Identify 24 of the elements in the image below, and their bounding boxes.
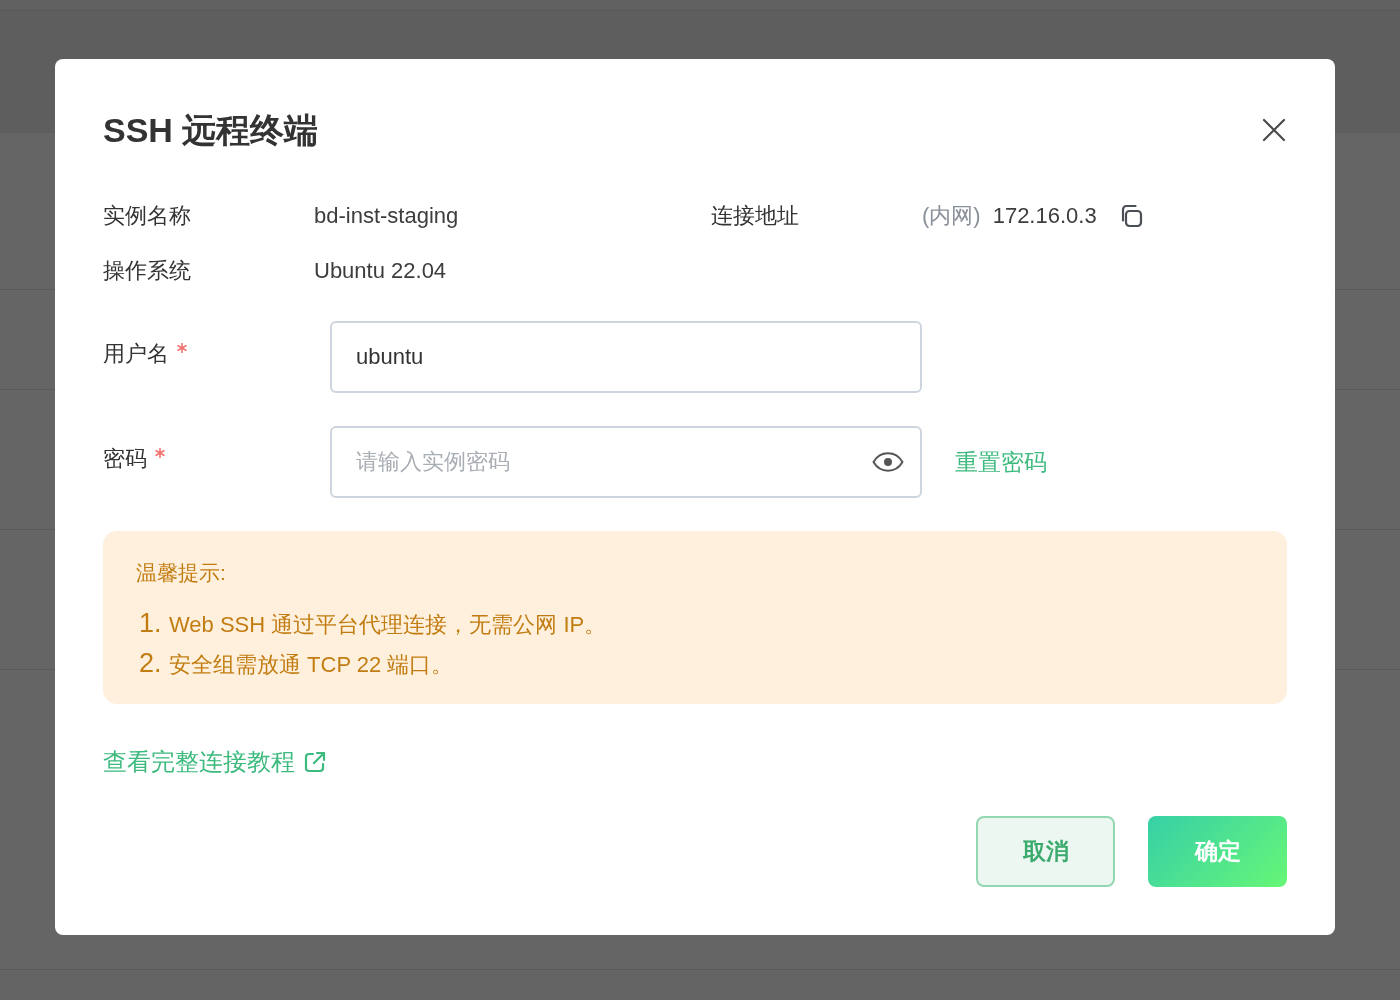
password-field[interactable]: 请输入实例密码 <box>330 426 922 498</box>
list-number: 1. <box>138 607 163 640</box>
address-value: 172.16.0.3 <box>992 202 1097 230</box>
info-label: 实例名称 <box>103 202 191 230</box>
info-label: 连接地址 <box>711 202 799 230</box>
tip-title: 温馨提示: <box>136 560 226 586</box>
list-number: 2. <box>138 647 163 680</box>
confirm-button[interactable]: 确定 <box>1148 816 1287 887</box>
dialog-title: SSH 远程终端 <box>103 110 319 151</box>
field-label: 密码 <box>103 444 147 473</box>
eye-icon[interactable] <box>872 452 904 472</box>
field-label: 用户名 <box>103 339 169 368</box>
info-value: Ubuntu 22.04 <box>314 257 447 285</box>
tutorial-link[interactable]: 查看完整连接教程 <box>103 744 326 780</box>
reset-password-link[interactable]: 重置密码 <box>955 445 1047 479</box>
close-icon[interactable] <box>1262 118 1286 142</box>
info-label: 操作系统 <box>103 257 191 285</box>
tip-text: 安全组需放通 TCP 22 端口。 <box>169 651 454 679</box>
external-link-icon <box>304 751 326 773</box>
network-tag: (内网) <box>922 199 981 232</box>
tip-text: Web SSH 通过平台代理连接，无需公网 IP。 <box>169 611 607 639</box>
username-field[interactable]: ubuntu <box>330 321 922 393</box>
cancel-button[interactable]: 取消 <box>976 816 1115 887</box>
info-value: bd-inst-staging <box>314 202 459 230</box>
